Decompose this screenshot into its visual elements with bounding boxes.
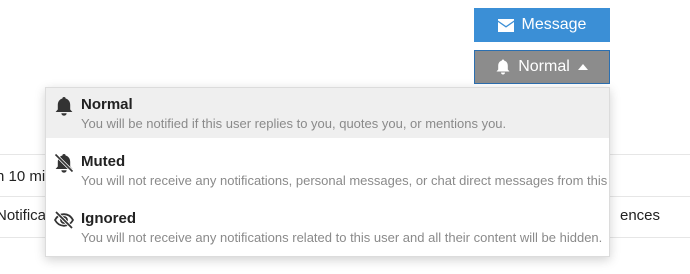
menu-item-ignored[interactable]: Ignored You will not receive any notific… <box>46 202 609 252</box>
user-profile-page: n 10 min Notifica ences Message Normal N… <box>0 0 690 274</box>
caret-up-icon <box>577 64 588 70</box>
background-text: ences <box>620 207 661 224</box>
bell-icon <box>54 96 74 116</box>
menu-item-normal[interactable]: Normal You will be notified if this user… <box>46 88 609 138</box>
menu-item-title: Muted <box>81 153 126 170</box>
notification-level-menu: Normal You will be notified if this user… <box>45 87 610 257</box>
envelope-icon <box>497 18 514 32</box>
message-button-label: Message <box>521 16 587 33</box>
menu-item-description: You will not receive any notifications r… <box>81 230 603 245</box>
menu-item-title: Ignored <box>81 210 136 227</box>
menu-item-description: You will not receive any notifications, … <box>81 173 608 188</box>
bell-slash-icon <box>54 153 74 173</box>
menu-item-title: Normal <box>81 96 133 113</box>
bell-icon <box>496 59 510 75</box>
eye-slash-icon <box>53 210 75 230</box>
notification-level-button[interactable]: Normal <box>474 50 610 84</box>
notification-level-label: Normal <box>518 58 570 75</box>
background-text: Notifica <box>0 207 47 224</box>
message-button[interactable]: Message <box>474 8 610 42</box>
menu-item-description: You will be notified if this user replie… <box>81 116 507 131</box>
menu-item-muted[interactable]: Muted You will not receive any notificat… <box>46 145 609 195</box>
